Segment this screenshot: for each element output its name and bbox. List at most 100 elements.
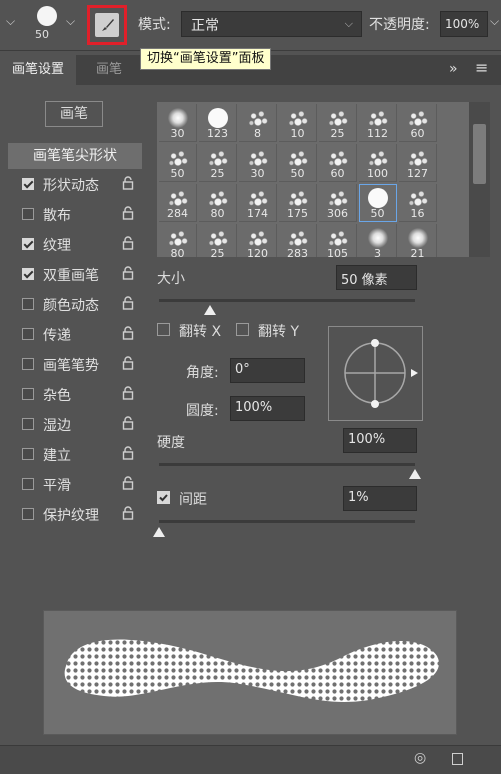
tab-brushes[interactable]: 画笔 — [84, 55, 134, 85]
brush-option-item[interactable]: 双重画笔 — [14, 262, 140, 288]
brush-tip-icon — [327, 148, 349, 168]
brush-tip-shape-item[interactable]: 画笔笔尖形状 — [8, 143, 142, 169]
toggle-preview-icon[interactable]: ◎ — [414, 750, 426, 766]
lock-icon[interactable] — [122, 416, 134, 430]
brush-option-checkbox[interactable] — [22, 358, 34, 370]
brush-preset[interactable]: 174 — [239, 184, 277, 222]
brush-preset[interactable]: 120 — [239, 224, 277, 257]
brush-preset[interactable]: 123 — [199, 104, 237, 142]
brush-option-item[interactable]: 形状动态 — [14, 172, 140, 198]
lock-icon[interactable] — [122, 476, 134, 490]
lock-icon[interactable] — [122, 386, 134, 400]
brush-preset[interactable]: 60 — [399, 104, 437, 142]
brush-option-checkbox[interactable] — [22, 508, 34, 520]
brush-tip-icon — [287, 188, 309, 208]
mode-select[interactable]: 正常 ⌵ — [181, 11, 362, 37]
brush-preset[interactable]: 25 — [199, 224, 237, 257]
toggle-brush-settings-button[interactable] — [87, 5, 127, 45]
brush-preset[interactable]: 112 — [359, 104, 397, 142]
brush-option-checkbox[interactable] — [22, 238, 34, 250]
brush-preset[interactable]: 10 — [279, 104, 317, 142]
brush-preset[interactable]: 284 — [159, 184, 197, 222]
angle-roundness-widget[interactable] — [328, 326, 423, 421]
hardness-slider-track[interactable] — [159, 463, 415, 466]
brush-preset[interactable]: 80 — [199, 184, 237, 222]
brush-option-item[interactable]: 传递 — [14, 322, 140, 348]
lock-icon[interactable] — [122, 506, 134, 520]
panel-menu-icon[interactable]: ≡ — [475, 58, 488, 77]
brush-preset[interactable]: 8 — [239, 104, 277, 142]
brush-option-checkbox[interactable] — [22, 298, 34, 310]
brush-preview-icon[interactable] — [37, 6, 57, 26]
size-slider-thumb[interactable] — [204, 305, 217, 315]
lock-icon[interactable] — [122, 356, 134, 370]
tab-brush-settings[interactable]: 画笔设置 — [0, 55, 77, 85]
spacing-slider-track[interactable] — [159, 520, 415, 523]
brush-preset[interactable]: 283 — [279, 224, 317, 257]
brush-preset[interactable]: 30 — [159, 104, 197, 142]
brush-preset[interactable]: 3 — [359, 224, 397, 257]
brush-preset[interactable]: 127 — [399, 144, 437, 182]
brush-preset[interactable]: 175 — [279, 184, 317, 222]
angle-input[interactable]: 0° — [230, 358, 305, 383]
brush-preset[interactable]: 25 — [199, 144, 237, 182]
brush-preset[interactable]: 306 — [319, 184, 357, 222]
brush-option-item[interactable]: 建立 — [14, 442, 140, 468]
brush-preset[interactable]: 100 — [359, 144, 397, 182]
panel-expand-icon[interactable]: » — [449, 61, 458, 77]
size-slider-track[interactable] — [159, 299, 415, 302]
lock-icon[interactable] — [122, 176, 134, 190]
spacing-checkbox[interactable] — [157, 491, 170, 504]
brush-preset[interactable]: 30 — [239, 144, 277, 182]
brush-option-checkbox[interactable] — [22, 418, 34, 430]
opacity-input[interactable]: 100% — [440, 11, 488, 37]
brush-size-label: 80 — [210, 207, 225, 220]
brush-preset[interactable]: 21 — [399, 224, 437, 257]
brush-preset[interactable]: 50 — [159, 144, 197, 182]
brush-option-item[interactable]: 保护纹理 — [14, 502, 140, 528]
lock-icon[interactable] — [122, 326, 134, 340]
brush-option-checkbox[interactable] — [22, 178, 34, 190]
lock-icon[interactable] — [122, 206, 134, 220]
spacing-input[interactable]: 1% — [343, 486, 417, 511]
flip-y-checkbox[interactable] — [236, 323, 249, 336]
lock-icon[interactable] — [122, 296, 134, 310]
brush-option-item[interactable]: 颜色动态 — [14, 292, 140, 318]
hardness-slider-thumb[interactable] — [409, 469, 421, 479]
brush-option-item[interactable]: 散布 — [14, 202, 140, 228]
lock-icon[interactable] — [122, 446, 134, 460]
brush-option-checkbox[interactable] — [22, 388, 34, 400]
brush-option-checkbox[interactable] — [22, 448, 34, 460]
brush-grid-scrollbar[interactable] — [469, 102, 490, 257]
collapse-chevron-icon[interactable]: ⌵ — [6, 14, 15, 29]
brush-option-item[interactable]: 平滑 — [14, 472, 140, 498]
brush-preset[interactable]: 16 — [399, 184, 437, 222]
brush-preset[interactable]: 80 — [159, 224, 197, 257]
brush-option-checkbox[interactable] — [22, 478, 34, 490]
brush-option-checkbox[interactable] — [22, 268, 34, 280]
brush-option-item[interactable]: 湿边 — [14, 412, 140, 438]
brush-preset[interactable]: 25 — [319, 104, 357, 142]
new-brush-icon[interactable] — [452, 753, 463, 765]
opacity-chevron-icon[interactable]: ⌵ — [490, 14, 499, 29]
brush-option-item[interactable]: 纹理 — [14, 232, 140, 258]
brushes-button[interactable]: 画笔 — [45, 101, 103, 127]
spacing-slider-thumb[interactable] — [153, 527, 165, 537]
brush-preset[interactable]: 60 — [319, 144, 357, 182]
brush-preset[interactable]: 50 — [359, 184, 397, 222]
brush-option-checkbox[interactable] — [22, 328, 34, 340]
lock-icon[interactable] — [122, 266, 134, 280]
brush-option-item[interactable]: 画笔笔势 — [14, 352, 140, 378]
flip-x-checkbox[interactable] — [157, 323, 170, 336]
brush-option-checkbox[interactable] — [22, 208, 34, 220]
size-input[interactable]: 50 像素 — [336, 265, 417, 290]
brush-preset[interactable]: 105 — [319, 224, 357, 257]
brush-picker-chevron-icon[interactable]: ⌵ — [66, 14, 75, 29]
scrollbar-thumb[interactable] — [473, 124, 486, 184]
hardness-input[interactable]: 100% — [343, 428, 417, 453]
brush-option-item[interactable]: 杂色 — [14, 382, 140, 408]
brush-option-label: 保护纹理 — [43, 508, 99, 524]
roundness-input[interactable]: 100% — [230, 396, 305, 421]
lock-icon[interactable] — [122, 236, 134, 250]
brush-preset[interactable]: 50 — [279, 144, 317, 182]
